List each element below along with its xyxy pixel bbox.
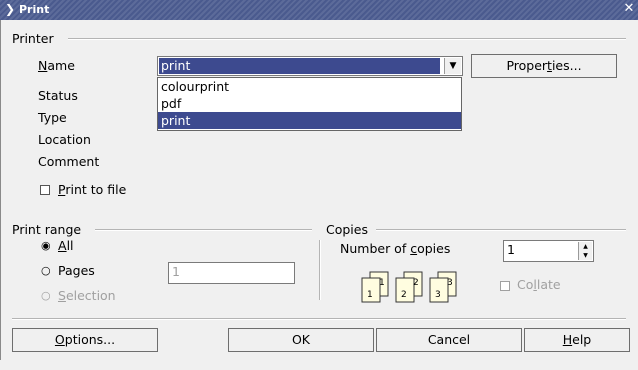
page-number: 3: [447, 278, 453, 288]
radio-selection[interactable]: ○: [41, 290, 52, 301]
radio-all[interactable]: ◉: [41, 240, 52, 251]
copies-group-divider: [319, 240, 321, 300]
dropdown-option-colourprint[interactable]: colourprint: [158, 78, 461, 95]
name-label: Name: [38, 58, 75, 73]
number-of-copies-label: Number of copies: [340, 241, 451, 256]
page-number: 1: [379, 278, 385, 288]
print-range-group-label: Print range: [12, 222, 82, 237]
selection-label[interactable]: Selection: [58, 288, 116, 303]
menu-chevron-icon[interactable]: ❯: [3, 2, 17, 16]
collate-pages-illustration: 1 1 2 2 3 3: [361, 271, 457, 303]
printer-dropdown-list[interactable]: colourprint pdf print: [157, 77, 462, 131]
print-to-file-checkbox[interactable]: [40, 185, 50, 195]
collate-checkbox[interactable]: [500, 281, 510, 291]
status-label: Status: [38, 88, 78, 103]
name-label-mnemonic: N: [38, 58, 48, 73]
radio-pages[interactable]: ○: [41, 265, 52, 276]
button-separator: [12, 318, 626, 320]
printer-name-value: print: [159, 58, 440, 74]
spin-up-icon[interactable]: ▲: [579, 242, 592, 251]
pages-label[interactable]: Pages: [58, 263, 95, 278]
print-range-group-line: [95, 229, 312, 231]
spin-down-icon[interactable]: ▼: [579, 251, 592, 260]
dropdown-option-print[interactable]: print: [158, 112, 461, 129]
pages-input[interactable]: 1: [168, 262, 295, 284]
copies-value: 1: [507, 242, 515, 257]
page-stack-2-icon: 2 2: [395, 271, 423, 303]
title-bar: ❯ Print ✕: [0, 0, 638, 20]
properties-button[interactable]: Properties...: [471, 54, 617, 78]
location-label: Location: [38, 132, 91, 147]
copies-group-line: [376, 229, 626, 231]
all-label[interactable]: All: [58, 238, 74, 253]
ok-button[interactable]: OK: [228, 328, 374, 352]
comment-label: Comment: [38, 154, 100, 169]
close-icon[interactable]: ✕: [622, 1, 636, 17]
page-number: 2: [413, 278, 419, 288]
help-button[interactable]: Help: [524, 328, 630, 352]
cancel-button[interactable]: Cancel: [376, 328, 522, 352]
page-stack-1-icon: 1 1: [361, 271, 389, 303]
spin-buttons[interactable]: ▲ ▼: [578, 242, 592, 260]
chevron-down-icon[interactable]: ▼: [444, 58, 461, 74]
page-number: 1: [367, 290, 373, 300]
page-stack-3-icon: 3 3: [429, 271, 457, 303]
copies-group-label: Copies: [326, 222, 368, 237]
page-number: 3: [435, 290, 441, 300]
page-number: 2: [401, 290, 407, 300]
dropdown-option-pdf[interactable]: pdf: [158, 95, 461, 112]
print-to-file-label[interactable]: Print to file: [58, 182, 126, 197]
printer-group-line: [68, 38, 626, 40]
type-label: Type: [38, 110, 67, 125]
printer-group-label: Printer: [12, 31, 54, 46]
copies-spinbox[interactable]: 1 ▲ ▼: [503, 240, 594, 262]
window-title: Print: [19, 3, 50, 16]
printer-name-combobox[interactable]: print ▼: [157, 56, 463, 76]
collate-label[interactable]: Collate: [517, 277, 561, 292]
options-button[interactable]: Options...: [12, 328, 158, 352]
